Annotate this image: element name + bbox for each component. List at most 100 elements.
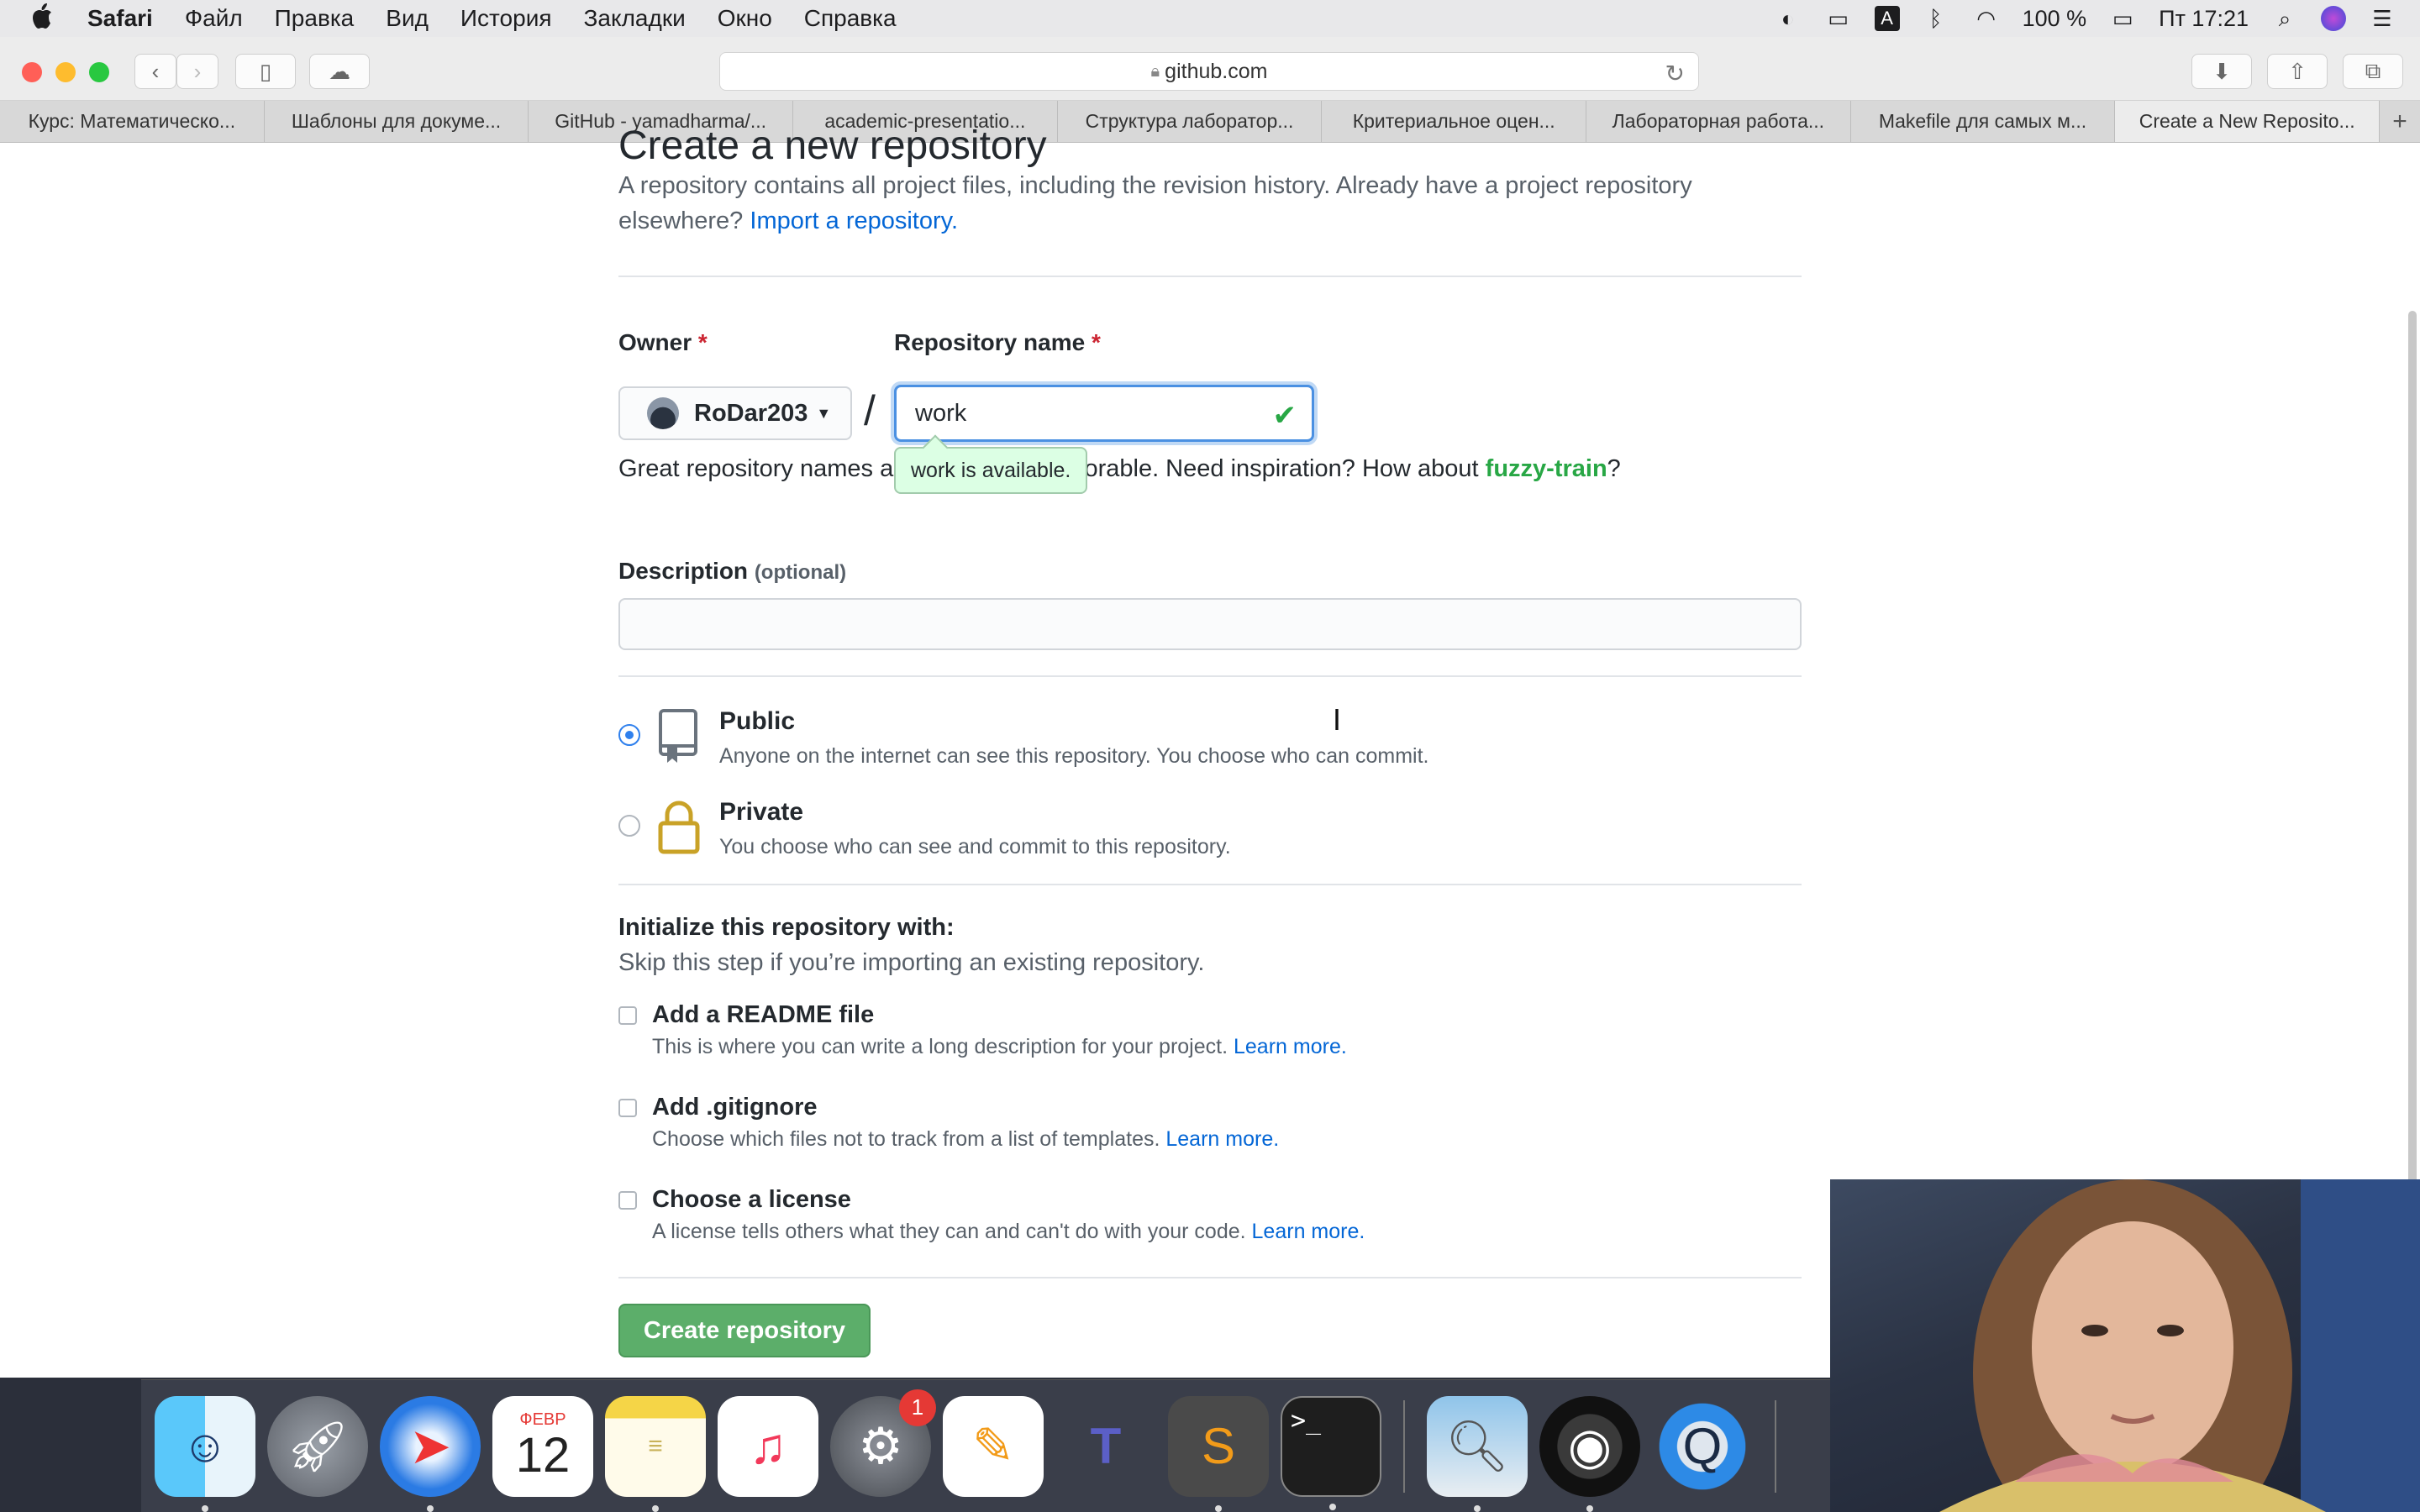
tab-item[interactable]: Критериальное оцен... — [1322, 101, 1587, 142]
availability-tooltip: work is available. — [894, 447, 1088, 494]
public-title: Public — [719, 707, 796, 735]
tab-overview-icon[interactable]: ⧉ — [2343, 54, 2403, 89]
reload-icon[interactable]: ↻ — [1665, 60, 1685, 87]
check-icon: ✔ — [1272, 400, 1297, 432]
initialize-subtitle: Skip this step if you’re importing an ex… — [618, 949, 1205, 976]
safari-icon[interactable]: ➤ — [380, 1395, 481, 1512]
readme-option[interactable]: Add a README file This is where you can … — [618, 1001, 1802, 1068]
music-icon[interactable]: ♫ — [718, 1395, 818, 1497]
description-label-text: Description — [618, 558, 749, 584]
required-mark: * — [1091, 329, 1101, 355]
menu-bookmarks[interactable]: Закладки — [584, 5, 686, 32]
menu-app-name[interactable]: Safari — [87, 5, 153, 32]
hint-suffix: ? — [1607, 455, 1621, 482]
menu-view[interactable]: Вид — [386, 5, 429, 32]
new-tab-icon[interactable]: + — [2380, 101, 2420, 142]
gitignore-checkbox[interactable] — [618, 1099, 637, 1117]
suggestion-link[interactable]: fuzzy-train — [1486, 455, 1607, 482]
icloud-tabs-icon[interactable]: ☁ — [309, 54, 370, 89]
menu-file[interactable]: Файл — [185, 5, 243, 32]
learn-more-link[interactable]: Learn more. — [1234, 1035, 1347, 1058]
private-radio[interactable] — [618, 815, 640, 837]
public-radio[interactable] — [618, 724, 640, 746]
license-description-text: A license tells others what they can and… — [652, 1220, 1246, 1243]
tab-item[interactable]: Структура лаборатор... — [1058, 101, 1323, 142]
forward-button[interactable]: › — [176, 54, 218, 89]
notification-badge: 1 — [899, 1389, 936, 1426]
quicktime-icon[interactable]: Q — [1652, 1395, 1753, 1497]
description-input[interactable] — [618, 598, 1802, 650]
system-preferences-icon[interactable]: ⚙ 1 — [830, 1389, 936, 1497]
battery-icon[interactable]: ▭ — [2108, 6, 2137, 31]
public-description: Anyone on the internet can see this repo… — [719, 744, 1429, 768]
obs-icon[interactable]: ◉ — [1539, 1395, 1640, 1512]
back-button[interactable]: ‹ — [134, 54, 176, 89]
safari-toolbar: ‹ › ▯ ☁ 🔒︎ github.com ↻ ⬇ ⇧ ⧉ — [0, 37, 2420, 101]
menu-help[interactable]: Справка — [804, 5, 897, 32]
gitignore-option[interactable]: Add .gitignore Choose which files not to… — [618, 1094, 1802, 1161]
sublime-text-icon[interactable]: S — [1168, 1395, 1269, 1512]
repository-name-value: work — [915, 399, 967, 427]
menu-window[interactable]: Окно — [718, 5, 772, 32]
learn-more-link[interactable]: Learn more. — [1165, 1127, 1279, 1151]
pages-icon[interactable]: ✎ — [943, 1395, 1044, 1497]
required-mark: * — [697, 329, 708, 355]
dock-separator — [1775, 1399, 1776, 1493]
share-icon[interactable]: ⇧ — [2267, 54, 2328, 89]
readme-title: Add a README file — [652, 1001, 875, 1028]
menu-edit[interactable]: Правка — [275, 5, 355, 32]
input-source-icon[interactable]: A — [1874, 6, 1900, 31]
avatar — [647, 397, 679, 429]
gitignore-description: Choose which files not to track from a l… — [652, 1127, 1279, 1152]
tab-item[interactable]: Шаблоны для докуме... — [265, 101, 529, 142]
tab-item[interactable]: Лабораторная работа... — [1586, 101, 1851, 142]
wifi-icon[interactable]: ◠ — [1972, 6, 2001, 31]
launchpad-icon[interactable]: 🚀︎ — [267, 1395, 368, 1497]
readme-checkbox[interactable] — [618, 1006, 637, 1025]
calendar-icon[interactable]: ФЕВР 12 — [492, 1395, 593, 1497]
learn-more-link[interactable]: Learn more. — [1252, 1220, 1365, 1243]
screen-share-icon[interactable]: ◐ — [1774, 6, 1802, 31]
import-repository-link[interactable]: Import a repository. — [750, 207, 958, 234]
terminal-icon[interactable]: >_ — [1281, 1395, 1381, 1510]
notes-icon[interactable]: ≡ — [605, 1395, 706, 1512]
tab-item-active[interactable]: Create a New Reposito... — [2115, 101, 2381, 142]
license-option[interactable]: Choose a license A license tells others … — [618, 1186, 1802, 1253]
license-checkbox[interactable] — [618, 1191, 637, 1210]
owner-value: RoDar203 — [694, 399, 808, 427]
initialize-title: Initialize this repository with: — [618, 914, 955, 941]
minimize-window-button[interactable] — [55, 62, 76, 82]
text-cursor-icon: I — [1333, 702, 1342, 737]
downloads-icon[interactable]: ⬇ — [2191, 54, 2252, 89]
visibility-public-option[interactable]: Public Anyone on the internet can see th… — [618, 707, 1802, 783]
apple-menu-icon[interactable] — [32, 3, 59, 35]
airplay-icon[interactable]: ▭ — [1824, 6, 1853, 31]
repository-name-input[interactable]: work ✔ — [894, 385, 1314, 442]
tab-item[interactable]: Курс: Математическо... — [0, 101, 265, 142]
tab-item[interactable]: Makefile для самых м... — [1851, 101, 2116, 142]
description-label: Description (optional) — [618, 558, 846, 585]
calendar-month: ФЕВР — [519, 1410, 566, 1429]
address-bar[interactable]: 🔒︎ github.com ↻ — [719, 52, 1699, 91]
caret-down-icon: ▼ — [816, 404, 832, 422]
create-repository-button[interactable]: Create repository — [618, 1304, 871, 1357]
preview-icon[interactable]: 🔍︎ — [1427, 1395, 1528, 1512]
notification-center-icon[interactable]: ☰ — [2368, 6, 2396, 31]
lock-icon: 🔒︎ — [1150, 61, 1160, 81]
zoom-window-button[interactable] — [89, 62, 109, 82]
menu-history[interactable]: История — [460, 5, 552, 32]
siri-icon[interactable] — [2321, 6, 2346, 31]
teams-icon[interactable]: T — [1055, 1396, 1156, 1497]
page-scrollbar[interactable] — [2408, 311, 2417, 1319]
repo-name-label: Repository name * — [894, 329, 1101, 356]
bluetooth-icon[interactable]: ᛒ — [1922, 6, 1950, 31]
finder-icon[interactable]: ☺ — [155, 1395, 255, 1512]
divider — [618, 276, 1802, 277]
owner-select[interactable]: RoDar203 ▼ — [618, 386, 852, 440]
lock-icon — [655, 798, 702, 857]
visibility-private-option[interactable]: Private You choose who can see and commi… — [618, 798, 1802, 874]
close-window-button[interactable] — [22, 62, 42, 82]
sidebar-toggle-icon[interactable]: ▯ — [235, 54, 296, 89]
clock[interactable]: Пт 17:21 — [2159, 6, 2249, 32]
spotlight-search-icon[interactable]: ⌕ — [2270, 6, 2299, 31]
